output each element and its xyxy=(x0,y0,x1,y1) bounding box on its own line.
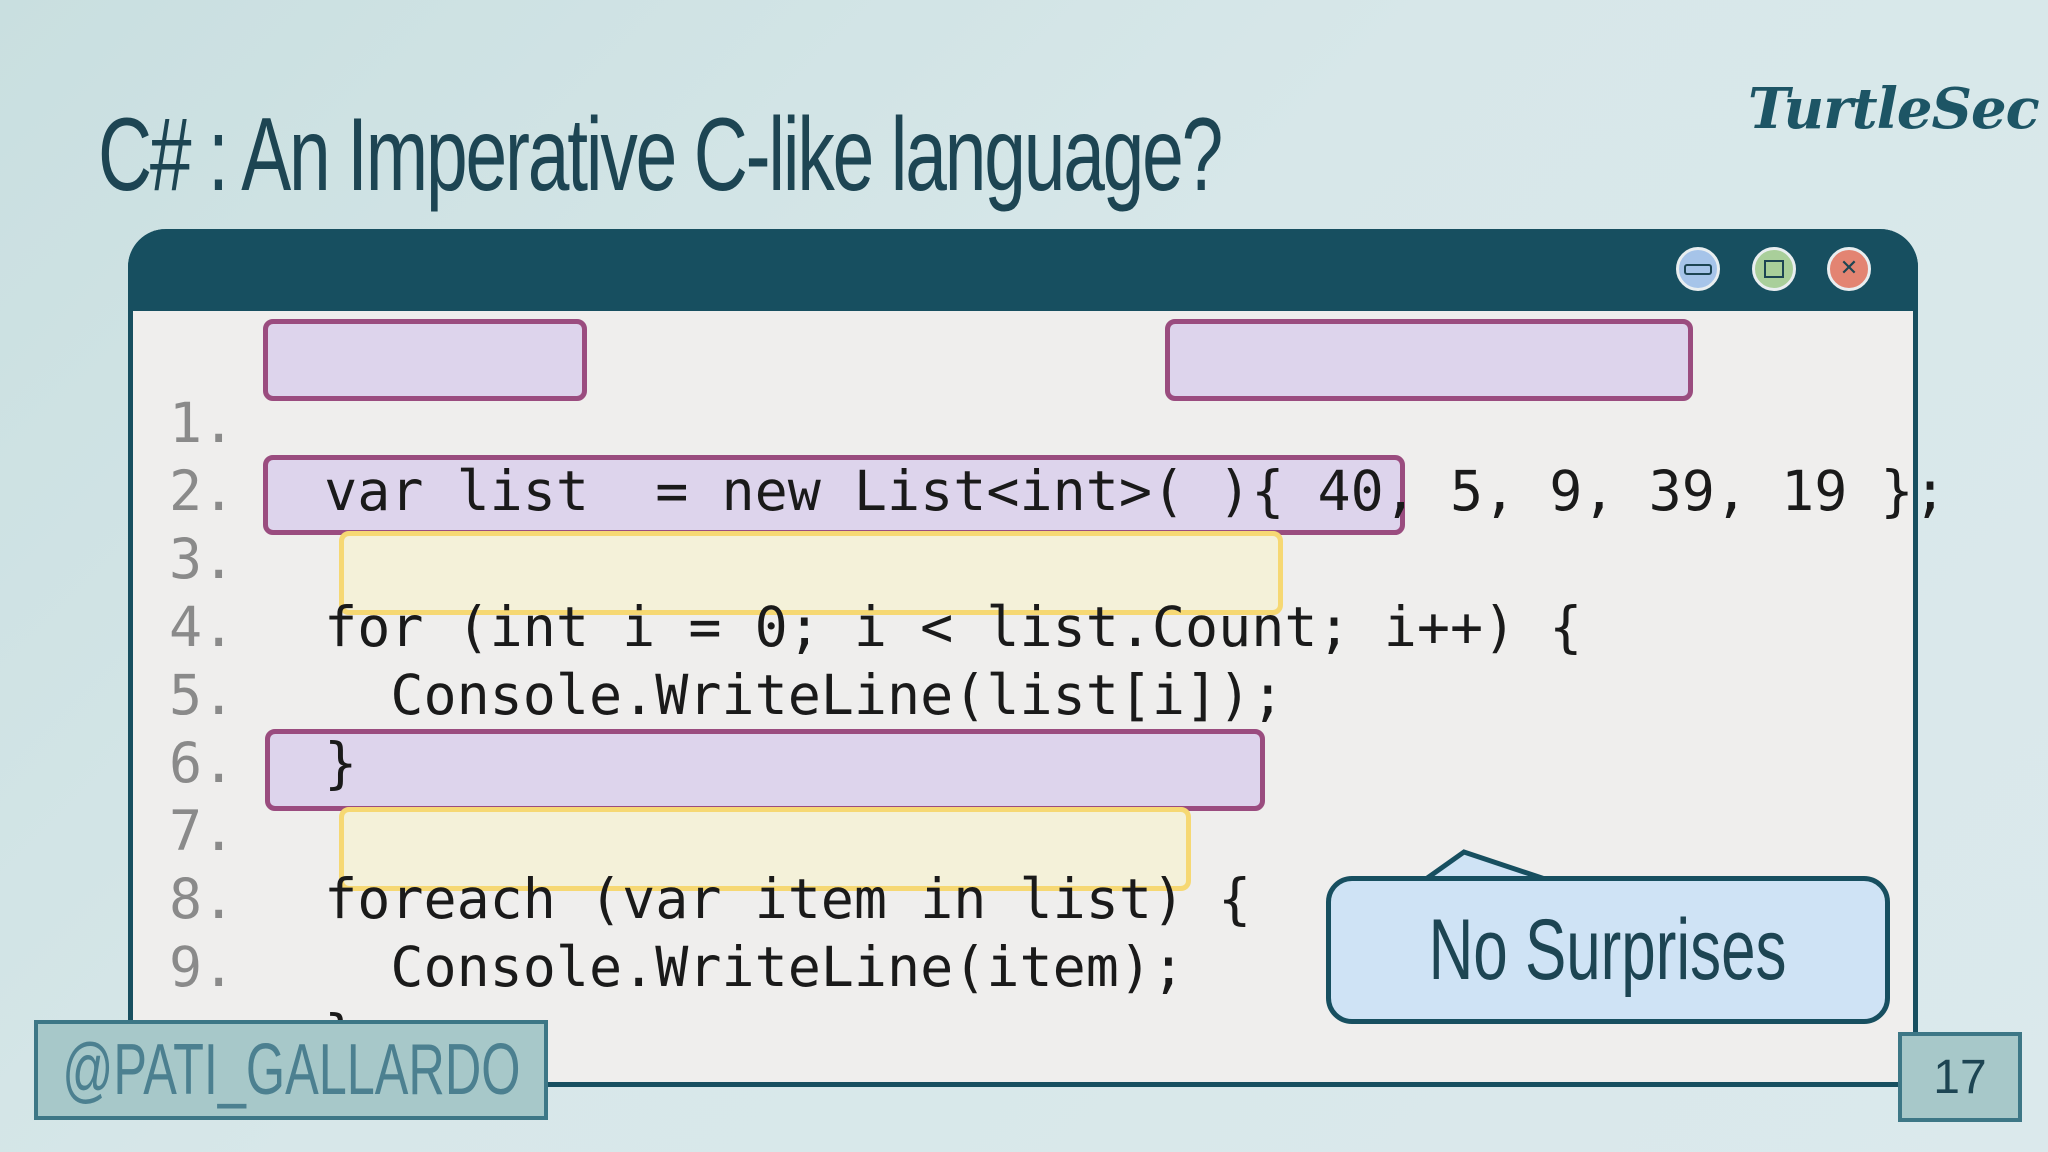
callout-box: No Surprises xyxy=(1326,876,1890,1024)
maximize-icon xyxy=(1764,260,1784,278)
code-line: 9. } xyxy=(133,865,357,1067)
code-line: 7. foreach (var item in list) { xyxy=(133,729,1251,931)
code-text: foreach (var item in list) { xyxy=(291,867,1252,931)
code-text: Console.WriteLine(item); xyxy=(291,935,1186,999)
brand-logo: TurtleSec xyxy=(1748,76,2040,142)
callout-text: No Surprises xyxy=(1429,901,1787,998)
line-number: 9. xyxy=(169,935,236,999)
highlight-foreach-header xyxy=(265,729,1265,811)
window-titlebar: ✕ xyxy=(128,229,1918,311)
code-line: 5. } xyxy=(133,593,357,795)
code-line: 1. var list = new List<int>( ){ 40, 5, 9… xyxy=(133,321,1947,523)
close-icon: ✕ xyxy=(1839,256,1859,281)
close-button[interactable]: ✕ xyxy=(1827,247,1871,291)
author-handle-text: @PATI_GALLARDO xyxy=(61,1030,521,1110)
slide-title: C# : An Imperative C-like language? xyxy=(98,97,1223,213)
page-number: 17 xyxy=(1898,1032,2022,1122)
code-line: 3. for (int i = 0; i < list.Count; i++) … xyxy=(133,457,1582,659)
code-text: for (int i = 0; i < list.Count; i++) { xyxy=(291,595,1583,659)
minimize-icon xyxy=(1684,263,1712,275)
maximize-button[interactable] xyxy=(1752,247,1796,291)
code-text: var list = new List<int>( ){ 40, 5, 9, 3… xyxy=(291,459,1947,523)
code-line: 2. xyxy=(133,389,332,523)
code-line: 6. xyxy=(133,661,332,795)
code-text: Console.WriteLine(list[i]); xyxy=(291,663,1285,727)
minimize-button[interactable] xyxy=(1676,247,1720,291)
highlight-initializer xyxy=(1165,319,1693,401)
code-line: 4. Console.WriteLine(list[i]); xyxy=(133,525,1284,727)
code-line: 8. Console.WriteLine(item); xyxy=(133,797,1185,999)
author-handle: @PATI_GALLARDO xyxy=(34,1020,548,1120)
